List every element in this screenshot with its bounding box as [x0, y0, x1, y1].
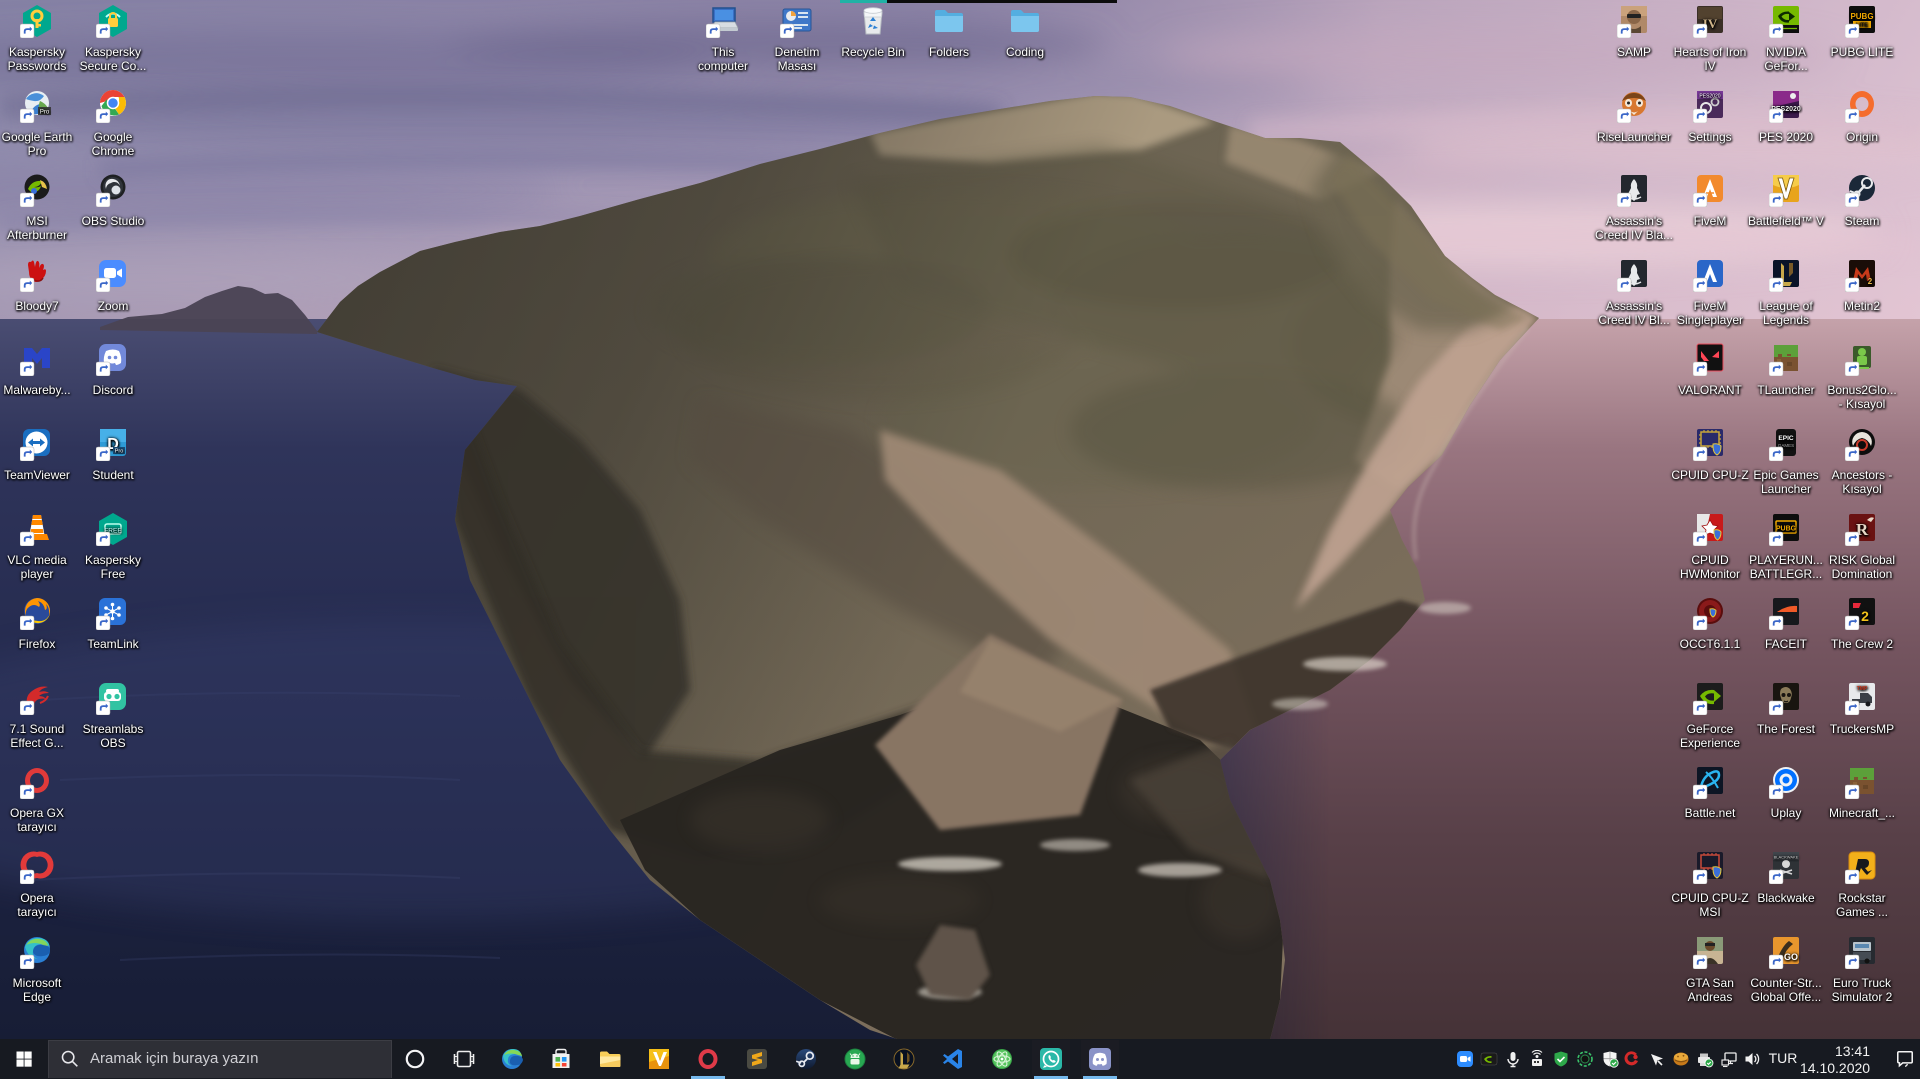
svg-text:2: 2: [1861, 608, 1869, 624]
svg-text:PUBG: PUBG: [1776, 526, 1797, 533]
svg-text:Pro: Pro: [115, 449, 124, 455]
svg-text:TMP: TMP: [1857, 686, 1868, 692]
svg-text:PUBG: PUBG: [1850, 12, 1873, 21]
svg-text:EPIC: EPIC: [1778, 435, 1793, 442]
svg-text:2: 2: [1868, 277, 1873, 286]
svg-text:BLACKWAKE: BLACKWAKE: [1774, 855, 1799, 860]
svg-text:GO: GO: [1784, 952, 1798, 962]
svg-text:Pro: Pro: [40, 110, 50, 116]
svg-text:PES2020: PES2020: [1699, 94, 1720, 100]
